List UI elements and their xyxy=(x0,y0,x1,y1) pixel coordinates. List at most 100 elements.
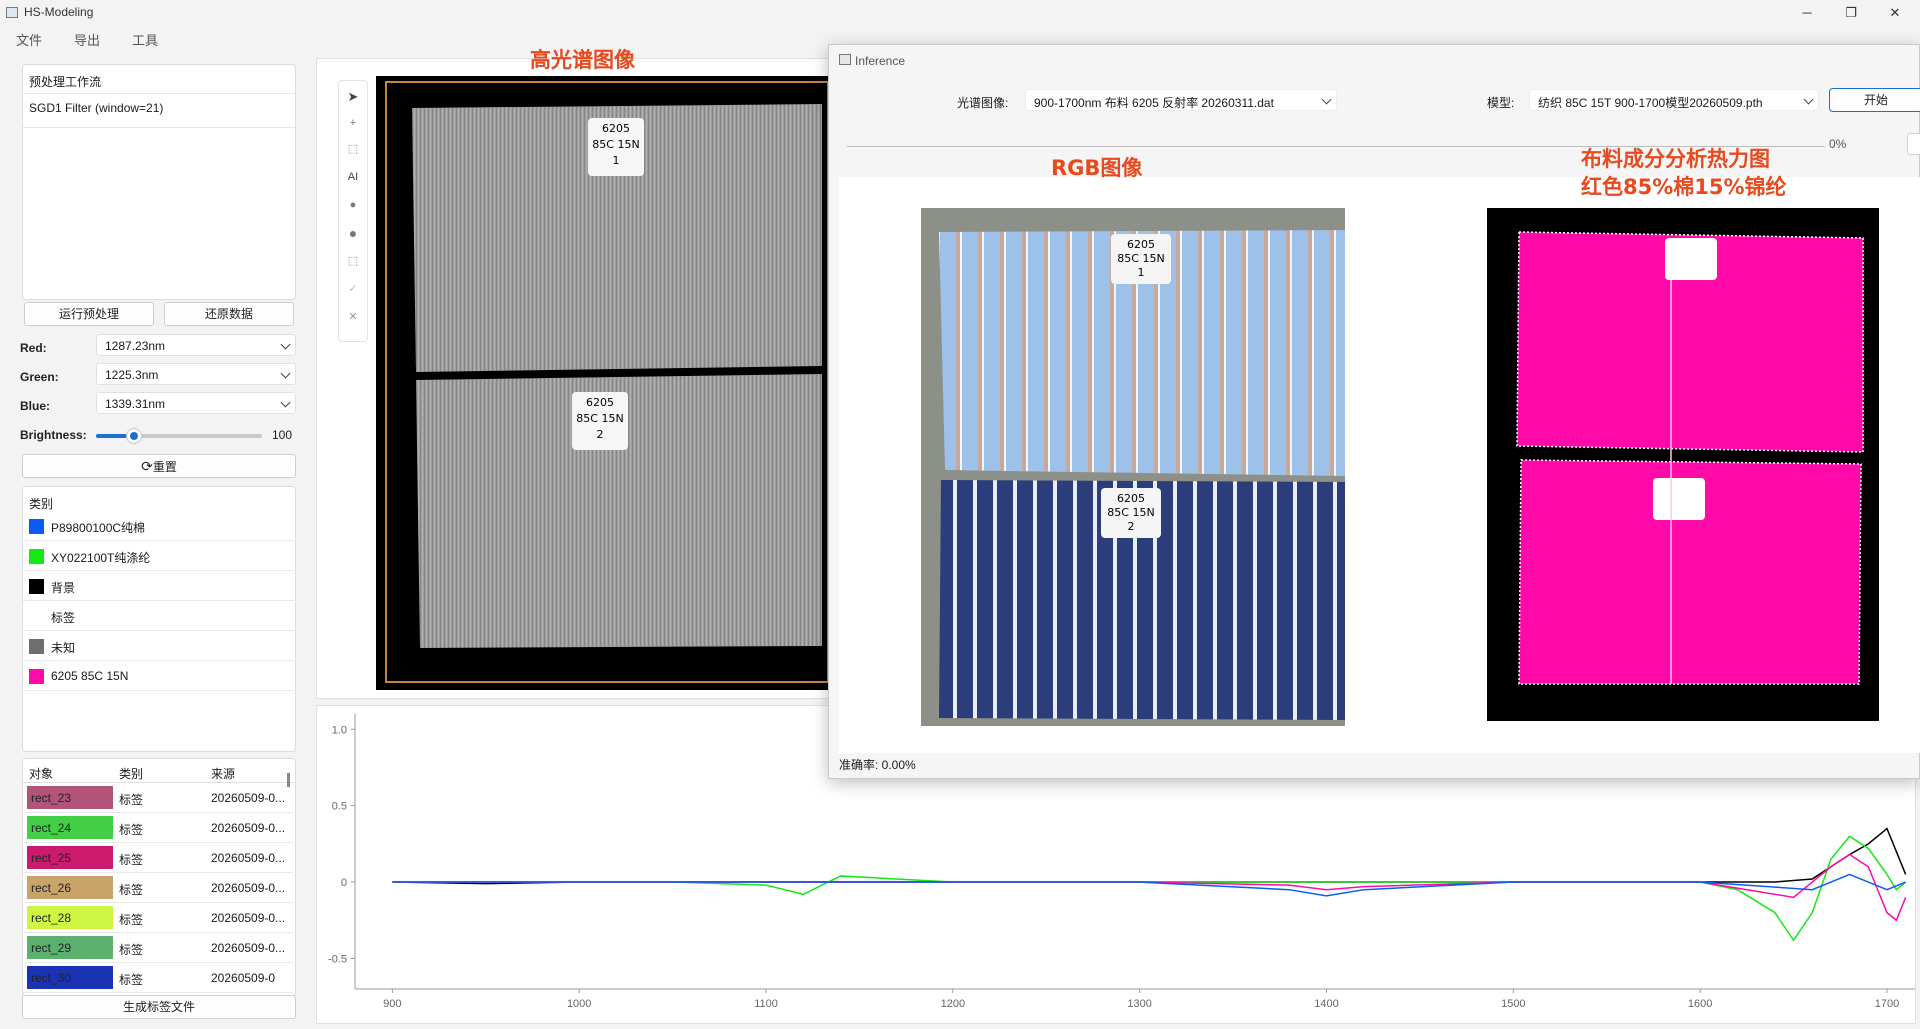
blue-band-select[interactable]: 1339.31nm xyxy=(96,392,296,414)
check-icon[interactable]: ✓ xyxy=(339,277,367,301)
blue-band-value: 1339.31nm xyxy=(105,397,166,411)
blue-label: Blue: xyxy=(20,399,50,413)
sample-label-bottom-line3: 2 xyxy=(597,428,604,441)
hyperspectral-image[interactable]: 6205 85C 15N 1 6205 85C 15N 2 xyxy=(376,76,829,690)
tool-palette: ➤ + ⬚ AI ● ● ⬚ ✓ ✕ xyxy=(338,80,368,342)
spectral-image-select[interactable]: 900-1700nm 布料 6205 反射率 20260311.dat xyxy=(1025,89,1337,111)
chevron-down-icon xyxy=(280,368,291,379)
object-name[interactable]: rect_28 xyxy=(27,906,113,929)
table-row[interactable]: rect_30 标签 20260509-0 xyxy=(23,963,293,993)
brightness-slider[interactable] xyxy=(96,429,262,443)
table-row[interactable]: rect_26 标签 20260509-0... xyxy=(23,873,293,903)
workflow-item[interactable]: SGD1 Filter (window=21) xyxy=(29,101,163,115)
rgb-image[interactable]: 6205 85C 15N 1 6205 85C 15N 2 xyxy=(921,208,1345,726)
table-row[interactable]: rect_29 标签 20260509-0... xyxy=(23,933,293,963)
model-label: 模型: xyxy=(1487,96,1515,110)
x-tick-label: 900 xyxy=(383,998,401,1010)
box-tool-icon[interactable]: ⬚ xyxy=(339,249,367,273)
category-swatch[interactable] xyxy=(29,639,44,654)
circle-tool-icon[interactable]: ● xyxy=(339,193,367,217)
objects-table: 对象 类别 来源 rect_23 标签 20260509-0... rect_24 标签… xyxy=(22,758,296,996)
object-name[interactable]: rect_24 xyxy=(27,816,113,839)
x-tick-label: 1600 xyxy=(1688,998,1712,1010)
brightness-value: 100 xyxy=(272,428,293,442)
sample-label-top-line2: 85C 15N xyxy=(592,138,639,151)
scrollbar[interactable] xyxy=(287,773,290,787)
menu-tools[interactable]: 工具 xyxy=(132,30,158,49)
green-band-select[interactable]: 1225.3nm xyxy=(96,363,296,385)
category-item[interactable]: 背景 xyxy=(23,571,297,601)
annotation-heatmap-title: 布料成分分析热力图 xyxy=(1581,147,1770,171)
close-button[interactable]: ✕ xyxy=(1872,2,1918,24)
categories-header: 类别 xyxy=(29,497,54,511)
spectrum-line-0 xyxy=(392,827,1907,885)
annotation-hsi: 高光谱图像 xyxy=(530,48,635,72)
category-swatch[interactable] xyxy=(29,669,44,684)
restore-data-button[interactable]: 还原数据 xyxy=(164,302,294,326)
category-name: P89800100C纯棉 xyxy=(51,521,146,535)
col-category[interactable]: 类别 xyxy=(119,765,143,782)
category-item[interactable]: XY022100T纯涤纶 xyxy=(23,541,297,571)
col-source[interactable]: 来源 xyxy=(211,765,235,782)
fill-circle-icon[interactable]: ● xyxy=(339,221,367,245)
table-row[interactable]: rect_23 标签 20260509-0... xyxy=(23,783,293,813)
crosshair-icon[interactable]: + xyxy=(339,111,367,135)
x-tick-label: 1300 xyxy=(1127,998,1151,1010)
rgb-label-bottom-line1: 6205 xyxy=(1117,492,1145,505)
object-source: 20260509-0... xyxy=(211,911,286,925)
start-button[interactable]: 开始 xyxy=(1829,88,1920,112)
x-tick-label: 1000 xyxy=(567,998,591,1010)
menu-file[interactable]: 文件 xyxy=(16,30,42,49)
category-item[interactable]: P89800100C纯棉 xyxy=(23,511,297,541)
category-panel: 类别 P89800100C纯棉 XY022100T纯涤纶背景标签未知 6205 85… xyxy=(22,486,297,752)
inference-title: Inference xyxy=(855,54,906,68)
category-item[interactable]: 6205 85C 15N xyxy=(23,661,297,691)
menu-export[interactable]: 导出 xyxy=(74,30,100,49)
generate-labels-button[interactable]: 生成标签文件 xyxy=(22,995,296,1019)
object-name[interactable]: rect_30 xyxy=(27,966,113,989)
object-category: 标签 xyxy=(119,823,144,837)
rgb-label-bottom-line3: 2 xyxy=(1128,520,1135,533)
object-name[interactable]: rect_23 xyxy=(27,786,113,809)
table-row[interactable]: rect_28 标签 20260509-0... xyxy=(23,903,293,933)
category-swatch[interactable] xyxy=(29,519,44,534)
object-name[interactable]: rect_29 xyxy=(27,936,113,959)
category-name: XY022100T纯涤纶 xyxy=(51,551,151,565)
maximize-button[interactable]: ❐ xyxy=(1828,2,1874,24)
spectral-image-label: 光谱图像: xyxy=(957,96,1009,110)
sample-label-top-line3: 1 xyxy=(613,154,620,167)
category-item[interactable]: 未知 xyxy=(23,631,297,661)
inference-window: Inference 光谱图像: 900-1700nm 布料 6205 反射率 2… xyxy=(828,44,1920,779)
stop-button[interactable] xyxy=(1907,133,1920,155)
annotation-heatmap-legend: 红色85%棉15%锦纶 xyxy=(1581,175,1787,199)
annotation-rgb: RGB图像 xyxy=(1051,156,1143,180)
heatmap-label-bottom xyxy=(1653,478,1705,520)
model-select[interactable]: 纺织 85C 15T 900-1700模型20260509.pth xyxy=(1529,89,1819,111)
ai-tool[interactable]: AI xyxy=(339,165,367,189)
category-swatch[interactable] xyxy=(29,609,44,624)
category-swatch[interactable] xyxy=(29,549,44,564)
sample-label-bottom-line2: 85C 15N xyxy=(576,412,623,425)
spectrum-line-1 xyxy=(392,835,1907,942)
composition-heatmap[interactable] xyxy=(1487,208,1879,721)
rgb-label-top-line3: 1 xyxy=(1138,266,1145,279)
category-name: 标签 xyxy=(51,611,76,625)
pointer-icon[interactable]: ➤ xyxy=(339,85,367,109)
minimize-button[interactable]: ─ xyxy=(1784,2,1830,24)
red-band-select[interactable]: 1287.23nm xyxy=(96,334,296,356)
object-name[interactable]: rect_25 xyxy=(27,846,113,869)
category-item[interactable]: 标签 xyxy=(23,601,297,631)
table-row[interactable]: rect_24 标签 20260509-0... xyxy=(23,813,293,843)
table-row[interactable]: rect_25 标签 20260509-0... xyxy=(23,843,293,873)
left-panel: 预处理工作流 SGD1 Filter (window=21) 运行预处理 还原数… xyxy=(12,58,300,1024)
object-category: 标签 xyxy=(119,883,144,897)
rgb-label-top-line1: 6205 xyxy=(1127,238,1155,251)
run-preprocess-button[interactable]: 运行预处理 xyxy=(24,302,154,326)
reset-button[interactable]: ⟳重置 xyxy=(22,454,296,478)
brightness-handle[interactable] xyxy=(127,429,142,443)
col-object[interactable]: 对象 xyxy=(29,765,53,782)
category-swatch[interactable] xyxy=(29,579,44,594)
object-name[interactable]: rect_26 xyxy=(27,876,113,899)
rect-select-icon[interactable]: ⬚ xyxy=(339,137,367,161)
close-tool-icon[interactable]: ✕ xyxy=(339,305,367,329)
